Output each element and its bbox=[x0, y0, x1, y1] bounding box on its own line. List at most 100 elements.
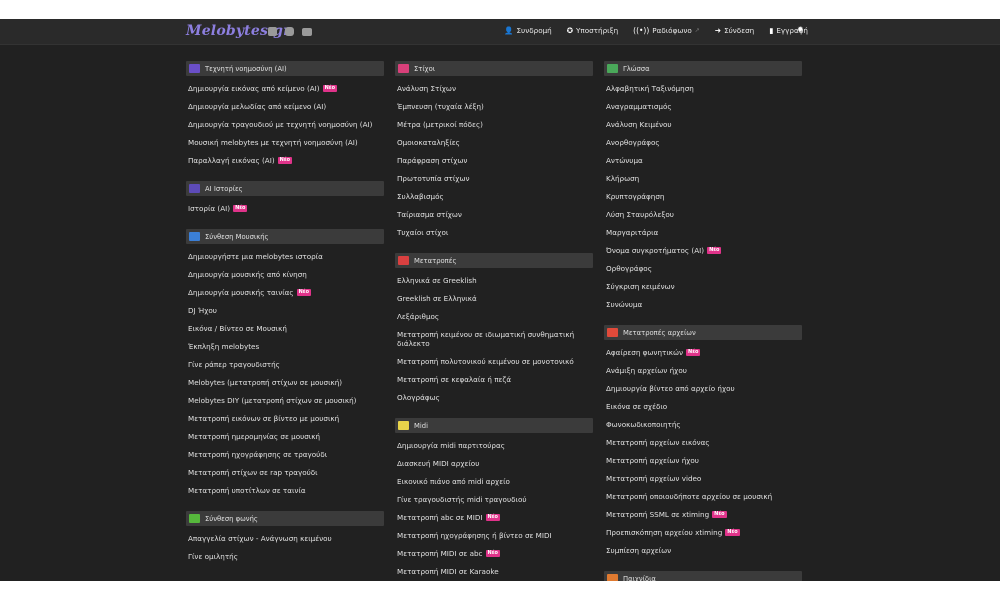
instagram-icon[interactable] bbox=[285, 27, 294, 36]
menu-link-label: Μετατροπή αρχείων εικόνας bbox=[606, 437, 710, 447]
menu-link[interactable]: Αναγραμματισμός bbox=[604, 97, 802, 115]
menu-link[interactable]: Ολογράφως bbox=[395, 388, 593, 406]
nav-link-1[interactable]: ✪ Υποστήριξη bbox=[567, 26, 618, 35]
menu-link[interactable]: Ταίριασμα στίχων bbox=[395, 205, 593, 223]
menu-link[interactable]: Μετατροπή αρχείων ήχου bbox=[604, 451, 802, 469]
menu-link[interactable]: Φωνοκωδικοποιητής bbox=[604, 415, 802, 433]
menu-link[interactable]: Μετατροπή αρχείων video bbox=[604, 469, 802, 487]
section-title: Γλώσσα bbox=[623, 64, 650, 73]
theme-toggle-icon[interactable]: ✹ bbox=[797, 25, 804, 34]
menu-link[interactable]: Δημιουργία μουσικής από κίνηση bbox=[186, 265, 384, 283]
menu-link[interactable]: Greeklish σε Ελληνικά bbox=[395, 289, 593, 307]
menu-link[interactable]: Ανορθογράφος bbox=[604, 133, 802, 151]
menu-link-label: Δημιουργία μελωδίας από κείμενο (AI) bbox=[188, 101, 327, 111]
menu-link[interactable]: Αντώνυμα bbox=[604, 151, 802, 169]
menu-link-label: Κρυπτογράφηση bbox=[606, 191, 665, 201]
menu-section: Μετατροπές Ελληνικά σε Greeklish Greeklish… bbox=[395, 253, 593, 406]
menu-link[interactable]: Τυχαίοι στίχοι bbox=[395, 223, 593, 241]
menu-link[interactable]: Μετατροπή οποιουδήποτε αρχείου σε μουσικ… bbox=[604, 487, 802, 505]
section-header: Στίχοι bbox=[395, 61, 593, 76]
menu-link[interactable]: Μετατροπή ηχογράφησης σε τραγούδι bbox=[186, 445, 384, 463]
menu-link[interactable]: Αλφαβητική Ταξινόμηση bbox=[604, 79, 802, 97]
menu-link[interactable]: Ανάμιξη αρχείων ήχου bbox=[604, 361, 802, 379]
menu-link[interactable]: Έμπνευση (τυχαία λέξη) bbox=[395, 97, 593, 115]
menu-link[interactable]: Melobytes (μετατροπή στίχων σε μουσική) bbox=[186, 373, 384, 391]
section-items: Αλφαβητική Ταξινόμηση Αναγραμματισμός Ανάλ… bbox=[604, 79, 802, 313]
menu-link[interactable]: Μετατροπή abc σε MIDI Νέο bbox=[395, 508, 593, 526]
menu-link[interactable]: Μετατροπή MIDI σε abc Νέο bbox=[395, 544, 593, 562]
menu-link[interactable]: Δημιουργία βίντεο από αρχείο ήχου bbox=[604, 379, 802, 397]
menu-link[interactable]: Μετατροπή ηχογράφησης ή βίντεο σε MIDI bbox=[395, 526, 593, 544]
menu-link[interactable]: Παράφραση στίχων bbox=[395, 151, 593, 169]
menu-link[interactable]: Μετατροπή πολυτονικού κειμένου σε μονοτο… bbox=[395, 352, 593, 370]
menu-link-label: Μετατροπή υποτίτλων σε ταινία bbox=[188, 485, 306, 495]
menu-link[interactable]: Ιστορία (AI) Νέο bbox=[186, 199, 384, 217]
menu-link[interactable]: Melobytes DIY (μετατροπή στίχων σε μουσι… bbox=[186, 391, 384, 409]
menu-link[interactable]: Κλήρωση bbox=[604, 169, 802, 187]
menu-link[interactable]: Μετατροπή SSML σε xtiming Νέο bbox=[604, 505, 802, 523]
nav-link-label: Ραδιόφωνο bbox=[652, 26, 692, 35]
menu-link[interactable]: Ομοιοκαταληξίες bbox=[395, 133, 593, 151]
menu-link[interactable]: Λύση Σταυρόλεξου bbox=[604, 205, 802, 223]
menu-link-label: Μετατροπή σε κεφαλαία ή πεζά bbox=[397, 374, 512, 384]
menu-link[interactable]: Προεπισκόπηση αρχείου xtiming Νέο bbox=[604, 523, 802, 541]
nav-link-3[interactable]: ➜ Σύνδεση bbox=[715, 26, 754, 35]
nav-link-2[interactable]: ((•)) Ραδιόφωνο ↗ bbox=[633, 26, 700, 35]
menu-link-label: Προεπισκόπηση αρχείου xtiming bbox=[606, 527, 723, 537]
menu-link[interactable]: Όνομα συγκροτήματος (AI) Νέο bbox=[604, 241, 802, 259]
menu-link[interactable]: Μέτρα (μετρικοί πόδες) bbox=[395, 115, 593, 133]
menu-link[interactable]: DJ Ήχου bbox=[186, 301, 384, 319]
menu-link[interactable]: Μετατροπή MIDI σε Karaoke bbox=[395, 562, 593, 580]
facebook-icon[interactable] bbox=[268, 27, 277, 36]
menu-link[interactable]: Μετατροπή ημερομηνίας σε μουσική bbox=[186, 427, 384, 445]
menu-link[interactable]: Μετατροπή σε κεφαλαία ή πεζά bbox=[395, 370, 593, 388]
nav-link-0[interactable]: 👤 Συνδρομή bbox=[504, 26, 552, 35]
menu-link[interactable]: Εικόνα / Βίντεο σε Μουσική bbox=[186, 319, 384, 337]
menu-link[interactable]: Μετατροπή υποτίτλων σε ταινία bbox=[186, 481, 384, 499]
menu-link[interactable]: Γίνε ράπερ τραγουδιστής bbox=[186, 355, 384, 373]
menu-link[interactable]: Μαργαριτάρια bbox=[604, 223, 802, 241]
menu-link[interactable]: Διασκευή MIDI αρχείου bbox=[395, 454, 593, 472]
menu-link[interactable]: Ορθογράφος bbox=[604, 259, 802, 277]
menu-link[interactable]: Κρυπτογράφηση bbox=[604, 187, 802, 205]
menu-link[interactable]: Δημιουργία midi παρτιτούρας bbox=[395, 436, 593, 454]
menu-link[interactable]: Σύγκριση κειμένων bbox=[604, 277, 802, 295]
menu-link[interactable]: Έκπληξη melobytes bbox=[186, 337, 384, 355]
menu-link[interactable]: Ανάλυση Στίχων bbox=[395, 79, 593, 97]
nav-link-label: Σύνδεση bbox=[724, 26, 755, 35]
menu-link[interactable]: Ελληνικά σε Greeklish bbox=[395, 271, 593, 289]
menu-link[interactable]: Μετατροπή στίχων σε rap τραγούδι bbox=[186, 463, 384, 481]
menu-link[interactable]: Μετατροπή εικόνων σε βίντεο με μουσική bbox=[186, 409, 384, 427]
menu-link[interactable]: Δημιουργία τραγουδιού με τεχνητή νοημοσύ… bbox=[186, 115, 384, 133]
menu-link[interactable]: Παραλλαγή εικόνας (AI) Νέο bbox=[186, 151, 384, 169]
menu-link-label: Γίνε ράπερ τραγουδιστής bbox=[188, 359, 280, 369]
section-header: AI Ιστορίες bbox=[186, 181, 384, 196]
menu-link[interactable]: Γίνε ομιλητής bbox=[186, 547, 384, 565]
menu-link-label: Melobytes DIY (μετατροπή στίχων σε μουσι… bbox=[188, 395, 357, 405]
menu-link-label: Γίνε τραγουδιστής midi τραγουδιού bbox=[397, 494, 527, 504]
menu-link[interactable]: Δημιουργήστε μια melobytes ιστορία bbox=[186, 247, 384, 265]
menu-link[interactable]: Λεξάριθμος bbox=[395, 307, 593, 325]
youtube-icon[interactable] bbox=[302, 28, 312, 36]
menu-link[interactable]: Γίνε τραγουδιστής midi τραγουδιού bbox=[395, 490, 593, 508]
menu-link[interactable]: Απαγγελία στίχων - Ανάγνωση κειμένου bbox=[186, 529, 384, 547]
menu-link[interactable]: Συνώνυμα bbox=[604, 295, 802, 313]
menu-link[interactable]: Εικόνα σε σχέδιο bbox=[604, 397, 802, 415]
menu-link[interactable]: Μετατροπή κειμένου σε ιδιωματική συνθημα… bbox=[395, 325, 593, 352]
menu-link[interactable]: Εικονικό πιάνο από midi αρχείο bbox=[395, 472, 593, 490]
menu-link[interactable]: Συμπίεση αρχείων bbox=[604, 541, 802, 559]
section-header: Σύνθεση Μουσικής bbox=[186, 229, 384, 244]
menu-link-label: Λεξάριθμος bbox=[397, 311, 440, 321]
menu-link[interactable]: Αφαίρεση φωνητικών Νέο bbox=[604, 343, 802, 361]
swap-icon bbox=[398, 256, 409, 265]
menu-link-label: Ορθογράφος bbox=[606, 263, 652, 273]
menu-link[interactable]: Δημιουργία μελωδίας από κείμενο (AI) bbox=[186, 97, 384, 115]
menu-link[interactable]: Συλλαβισμός bbox=[395, 187, 593, 205]
menu-link[interactable]: Πρωτοτυπία στίχων bbox=[395, 169, 593, 187]
menu-link[interactable]: Μουσική melobytes με τεχνητή νοημοσύνη (… bbox=[186, 133, 384, 151]
menu-link[interactable]: Δημιουργία μουσικής ταινίας Νέο bbox=[186, 283, 384, 301]
menu-link[interactable]: Δημιουργία εικόνας από κείμενο (AI) Νέο bbox=[186, 79, 384, 97]
menu-link[interactable]: Μετατροπή αρχείων εικόνας bbox=[604, 433, 802, 451]
menu-link-label: Δημιουργήστε μια melobytes ιστορία bbox=[188, 251, 323, 261]
menu-link[interactable]: Ανάλυση Κειμένου bbox=[604, 115, 802, 133]
